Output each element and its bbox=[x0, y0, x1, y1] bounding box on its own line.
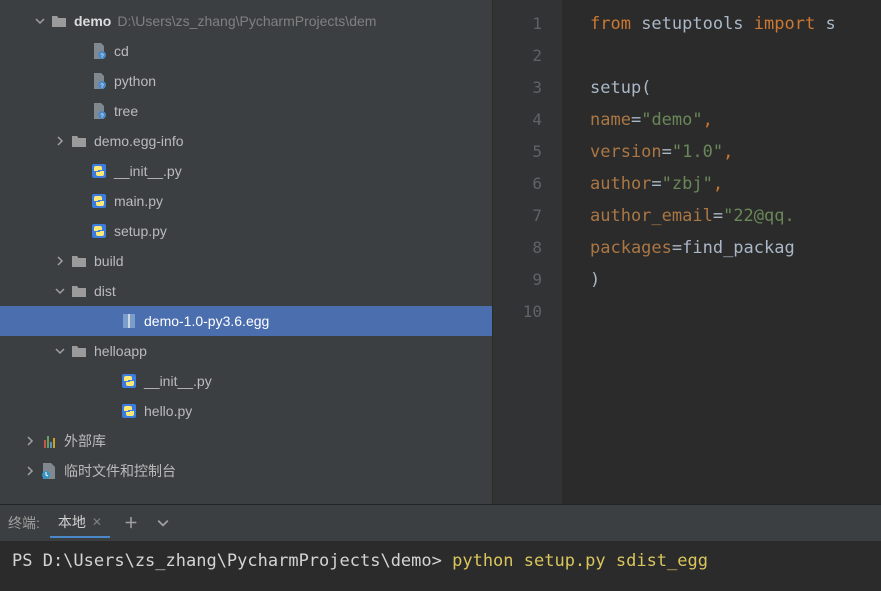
terminal-title: 终端: bbox=[8, 513, 40, 533]
code-line bbox=[590, 296, 881, 328]
py-icon bbox=[90, 162, 108, 180]
chevron-spacer bbox=[70, 191, 90, 211]
chevron-spacer bbox=[100, 311, 120, 331]
chevron-spacer bbox=[100, 371, 120, 391]
tree-item-label: 临时文件和控制台 bbox=[64, 461, 176, 481]
scratch-icon bbox=[40, 462, 58, 480]
chevron-spacer bbox=[70, 101, 90, 121]
chevron-spacer bbox=[70, 41, 90, 61]
tree-item--[interactable]: 临时文件和控制台 bbox=[0, 456, 492, 486]
project-tree-panel: demo D:\Users\zs_zhang\PycharmProjects\de… bbox=[0, 0, 492, 504]
tree-item-demo-1-0-py3-6-egg[interactable]: demo-1.0-py3.6.egg bbox=[0, 306, 492, 336]
code-line bbox=[590, 40, 881, 72]
tree-item-demo[interactable]: demo D:\Users\zs_zhang\PycharmProjects\de… bbox=[0, 6, 492, 36]
py-icon bbox=[120, 372, 138, 390]
tree-item-hello-py[interactable]: hello.py bbox=[0, 396, 492, 426]
chevron-right-icon[interactable] bbox=[50, 251, 70, 271]
close-icon[interactable]: ✕ bbox=[92, 515, 102, 529]
terminal-prompt: PS D:\Users\zs_zhang\PycharmProjects\dem… bbox=[12, 551, 452, 571]
line-number: 3 bbox=[493, 72, 542, 104]
tree-item-label: demo bbox=[74, 13, 111, 29]
file-q-icon: ? bbox=[90, 72, 108, 90]
chevron-spacer bbox=[100, 401, 120, 421]
py-icon bbox=[90, 222, 108, 240]
tree-item-label: dist bbox=[94, 283, 116, 299]
tree-item-label: cd bbox=[114, 43, 129, 59]
line-number: 8 bbox=[493, 232, 542, 264]
tree-item-label: hello.py bbox=[144, 403, 192, 419]
line-number: 1 bbox=[493, 8, 542, 40]
tree-item-label: tree bbox=[114, 103, 138, 119]
tree-item-tree[interactable]: ? tree bbox=[0, 96, 492, 126]
tree-item-label: __init__.py bbox=[144, 373, 212, 389]
tree-item--init-py[interactable]: __init__.py bbox=[0, 366, 492, 396]
terminal-dropdown-button[interactable] bbox=[152, 512, 174, 534]
tree-item-label: helloapp bbox=[94, 343, 147, 359]
tree-item-dist[interactable]: dist bbox=[0, 276, 492, 306]
terminal-command: python setup.py sdist_egg bbox=[452, 551, 708, 571]
tree-item-label: python bbox=[114, 73, 156, 89]
tree-item-label: setup.py bbox=[114, 223, 167, 239]
line-number: 7 bbox=[493, 200, 542, 232]
tree-item-path: D:\Users\zs_zhang\PycharmProjects\dem bbox=[117, 13, 376, 29]
new-terminal-button[interactable]: ＋ bbox=[120, 512, 142, 534]
tree-item-label: demo.egg-info bbox=[94, 133, 184, 149]
tree-item-helloapp[interactable]: helloapp bbox=[0, 336, 492, 366]
tree-item-label: 外部库 bbox=[64, 431, 106, 451]
tree-item-main-py[interactable]: main.py bbox=[0, 186, 492, 216]
file-q-icon: ? bbox=[90, 102, 108, 120]
terminal-output[interactable]: PS D:\Users\zs_zhang\PycharmProjects\dem… bbox=[0, 541, 881, 591]
code-line: author_email="22@qq. bbox=[590, 200, 881, 232]
tree-item-cd[interactable]: ? cd bbox=[0, 36, 492, 66]
line-number: 5 bbox=[493, 136, 542, 168]
tree-item--[interactable]: 外部库 bbox=[0, 426, 492, 456]
code-line: author="zbj", bbox=[590, 168, 881, 200]
tree-item--init-py[interactable]: __init__.py bbox=[0, 156, 492, 186]
py-icon bbox=[120, 402, 138, 420]
code-line: from setuptools import s bbox=[590, 8, 881, 40]
line-number: 9 bbox=[493, 264, 542, 296]
chevron-down-icon[interactable] bbox=[50, 281, 70, 301]
tree-item-build[interactable]: build bbox=[0, 246, 492, 276]
bottom-panel: 终端: 本地 ✕ ＋ PS D:\Users\zs_zhang\PycharmP… bbox=[0, 504, 881, 591]
chevron-down-icon[interactable] bbox=[50, 341, 70, 361]
line-number: 4 bbox=[493, 104, 542, 136]
code-line: ) bbox=[590, 264, 881, 296]
code-line: setup( bbox=[590, 72, 881, 104]
folder-icon bbox=[70, 132, 88, 150]
line-number: 10 bbox=[493, 296, 542, 328]
chevron-right-icon[interactable] bbox=[20, 461, 40, 481]
editor-gutter: 12345678910 bbox=[492, 0, 562, 504]
py-icon bbox=[90, 192, 108, 210]
terminal-tab-label: 本地 bbox=[58, 512, 86, 532]
tree-item-demo-egg-info[interactable]: demo.egg-info bbox=[0, 126, 492, 156]
code-line: name="demo", bbox=[590, 104, 881, 136]
tree-item-python[interactable]: ? python bbox=[0, 66, 492, 96]
line-number: 6 bbox=[493, 168, 542, 200]
chevron-spacer bbox=[70, 161, 90, 181]
archive-icon bbox=[120, 312, 138, 330]
tree-item-setup-py[interactable]: setup.py bbox=[0, 216, 492, 246]
tree-item-label: build bbox=[94, 253, 124, 269]
chevron-spacer bbox=[70, 221, 90, 241]
chevron-right-icon[interactable] bbox=[50, 131, 70, 151]
code-line: packages=find_packag bbox=[590, 232, 881, 264]
tree-item-label: demo-1.0-py3.6.egg bbox=[144, 313, 269, 329]
terminal-tab-local[interactable]: 本地 ✕ bbox=[50, 508, 110, 538]
code-line: version="1.0", bbox=[590, 136, 881, 168]
chevron-spacer bbox=[70, 71, 90, 91]
folder-icon bbox=[70, 342, 88, 360]
code-editor[interactable]: from setuptools import s setup( name="de… bbox=[562, 0, 881, 504]
line-number: 2 bbox=[493, 40, 542, 72]
terminal-tabbar: 终端: 本地 ✕ ＋ bbox=[0, 505, 881, 541]
folder-icon bbox=[50, 12, 68, 30]
chevron-down-icon[interactable] bbox=[30, 11, 50, 31]
chevron-right-icon[interactable] bbox=[20, 431, 40, 451]
file-q-icon: ? bbox=[90, 42, 108, 60]
lib-icon bbox=[40, 432, 58, 450]
tree-item-label: main.py bbox=[114, 193, 163, 209]
tree-item-label: __init__.py bbox=[114, 163, 182, 179]
folder-icon bbox=[70, 282, 88, 300]
folder-icon bbox=[70, 252, 88, 270]
